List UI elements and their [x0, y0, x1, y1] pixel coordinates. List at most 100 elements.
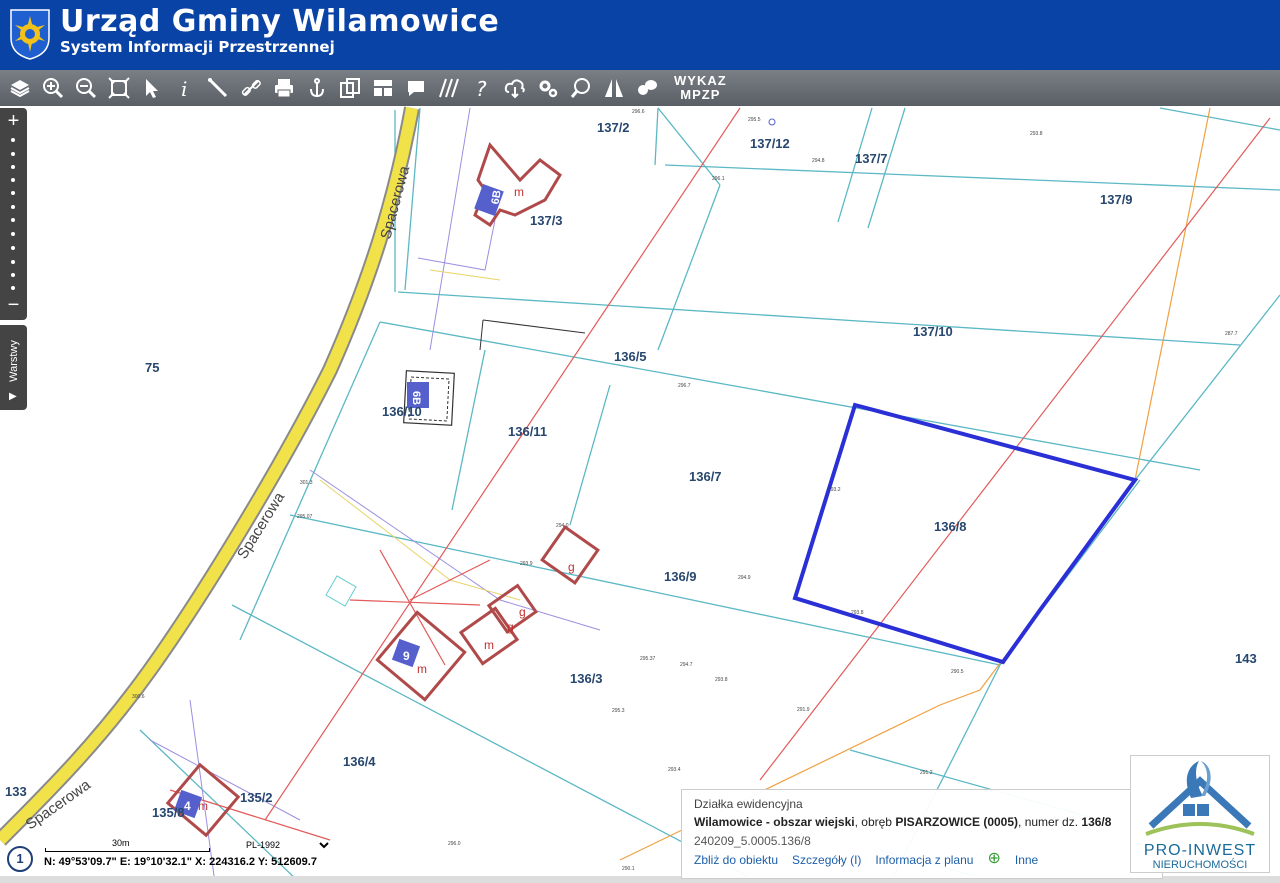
zoom-in-button[interactable]: +	[0, 110, 27, 132]
popup-sep1: , obręb	[854, 815, 896, 829]
help-icon[interactable]: ?	[468, 73, 496, 103]
popup-sep2: , numer dz.	[1018, 815, 1082, 829]
svg-text:300.6: 300.6	[132, 694, 145, 700]
zoom-to-object-link[interactable]: Zbliż do obiektu	[694, 853, 778, 867]
svg-text:301.3: 301.3	[300, 480, 313, 486]
svg-text:294.7: 294.7	[680, 662, 693, 668]
svg-text:137/3: 137/3	[530, 213, 563, 228]
map-canvas[interactable]: 6B 6B 9 4 m g g g m m m Spacerowa Spacer…	[0, 106, 1280, 883]
zoom-level-dot[interactable]	[11, 138, 15, 142]
info-badge[interactable]: 1	[7, 846, 33, 872]
fence-line-2	[479, 319, 484, 351]
survey-point-icon	[768, 118, 776, 126]
svg-text:137/9: 137/9	[1100, 192, 1133, 207]
zoom-level-dot[interactable]	[11, 191, 15, 195]
svg-text:293.8: 293.8	[715, 677, 728, 683]
svg-text:294.0: 294.0	[556, 523, 569, 529]
zoom-level-dot[interactable]	[11, 273, 15, 277]
expand-arrow-icon: ▶	[9, 391, 17, 402]
layers-icon[interactable]	[6, 73, 34, 103]
svg-text:295.5: 295.5	[748, 117, 761, 123]
fence-line	[482, 319, 586, 334]
zoom-level-dot[interactable]	[11, 232, 15, 236]
svg-text:135/8: 135/8	[152, 805, 185, 820]
zoom-out-button[interactable]: −	[0, 294, 27, 316]
road-spacerowa	[0, 106, 418, 845]
svg-text:136/4: 136/4	[343, 754, 376, 769]
svg-text:g: g	[519, 605, 526, 619]
svg-text:293.4: 293.4	[668, 767, 681, 773]
wykaz-line2: MPZP	[680, 87, 721, 102]
utility-line-orange	[619, 107, 1211, 861]
zoom-level-dot[interactable]	[11, 218, 15, 222]
map-view[interactable]: 6B 6B 9 4 m g g g m m m Spacerowa Spacer…	[0, 106, 1280, 883]
svg-text:295.3: 295.3	[612, 708, 625, 714]
popup-title: Działka ewidencyjna	[694, 797, 803, 811]
print-icon[interactable]	[270, 73, 298, 103]
svg-text:291.9: 291.9	[797, 707, 810, 713]
info-icon[interactable]: i	[171, 73, 199, 103]
search-icon[interactable]	[567, 73, 595, 103]
popup-description: Wilamowice - obszar wiejski, obręb PISAR…	[694, 815, 1111, 829]
svg-text:136/9: 136/9	[664, 569, 697, 584]
comment-icon[interactable]	[402, 73, 430, 103]
svg-text:296.7: 296.7	[678, 383, 691, 389]
popup-parcel-number: 136/8	[1081, 815, 1112, 829]
anchor-icon[interactable]	[303, 73, 331, 103]
cloud-download-icon[interactable]	[501, 73, 529, 103]
road-icon[interactable]	[600, 73, 628, 103]
details-link[interactable]: Szczegóły (I)	[792, 853, 861, 867]
wykaz-line1: WYKAZ	[674, 73, 727, 88]
popup-parcel-id: 240209_5.0005.136/8	[694, 834, 811, 848]
municipality-crest-icon	[10, 9, 50, 60]
elevation-points: 296.6 295.5 294.8 296.1 293.8 296.7 287.…	[132, 109, 1238, 872]
zoom-level-dot[interactable]	[11, 286, 15, 290]
full-extent-icon[interactable]	[105, 73, 133, 103]
zoom-in-icon[interactable]	[39, 73, 67, 103]
svg-text:137/7: 137/7	[855, 151, 888, 166]
parcel-boundaries	[139, 107, 1280, 883]
svg-text:136/10: 136/10	[382, 404, 422, 419]
chat-icon[interactable]	[633, 73, 661, 103]
zoom-level-dot[interactable]	[11, 260, 15, 264]
header: Urząd Gminy Wilamowice System Informacji…	[0, 0, 1280, 70]
small-structure	[325, 575, 357, 607]
link-icon[interactable]	[237, 73, 265, 103]
parcel-info-popup: Działka ewidencyjna Wilamowice - obszar …	[681, 789, 1163, 879]
crs-select[interactable]: PL-1992	[242, 838, 332, 852]
svg-text:136/8: 136/8	[934, 519, 967, 534]
svg-text:g: g	[568, 560, 575, 574]
svg-text:136/3: 136/3	[570, 671, 603, 686]
toolbar: i ? WYKAZ MPZP	[0, 70, 1280, 106]
svg-text:290.5: 290.5	[951, 669, 964, 675]
zoom-level-dot[interactable]	[11, 165, 15, 169]
logo-name: PRO-INWEST	[1143, 842, 1257, 859]
svg-text:m: m	[198, 799, 208, 813]
measure-icon[interactable]	[204, 73, 232, 103]
layers-tab[interactable]: Warstwy ▶	[0, 325, 27, 410]
zoom-level-dot[interactable]	[11, 152, 15, 156]
zoom-level-dot[interactable]	[11, 246, 15, 250]
wykaz-mpzp-button[interactable]: WYKAZ MPZP	[674, 74, 727, 102]
plan-info-link[interactable]: Informacja z planu	[875, 853, 973, 867]
select-icon[interactable]	[138, 73, 166, 103]
app-title: Urząd Gminy Wilamowice	[60, 4, 500, 39]
popup-area-name: Wilamowice - obszar wiejski	[694, 815, 855, 829]
svg-text:293.8: 293.8	[1030, 131, 1043, 137]
svg-text:291.2: 291.2	[920, 770, 933, 776]
hatch-icon[interactable]	[435, 73, 463, 103]
zoom-level-dot[interactable]	[11, 205, 15, 209]
svg-text:295.37: 295.37	[640, 656, 656, 662]
layout-icon[interactable]	[369, 73, 397, 103]
other-link[interactable]: Inne	[1015, 853, 1038, 867]
settings-icon[interactable]	[534, 73, 562, 103]
scale-bar	[45, 848, 210, 852]
svg-text:287.7: 287.7	[1225, 331, 1238, 337]
zoom-out-icon[interactable]	[72, 73, 100, 103]
svg-text:m: m	[417, 662, 427, 676]
svg-text:75: 75	[145, 360, 159, 375]
plus-circle-icon[interactable]: ⊕	[987, 851, 1000, 867]
svg-text:i: i	[181, 77, 187, 99]
zoom-level-dot[interactable]	[11, 178, 15, 182]
copy-icon[interactable]	[336, 73, 364, 103]
